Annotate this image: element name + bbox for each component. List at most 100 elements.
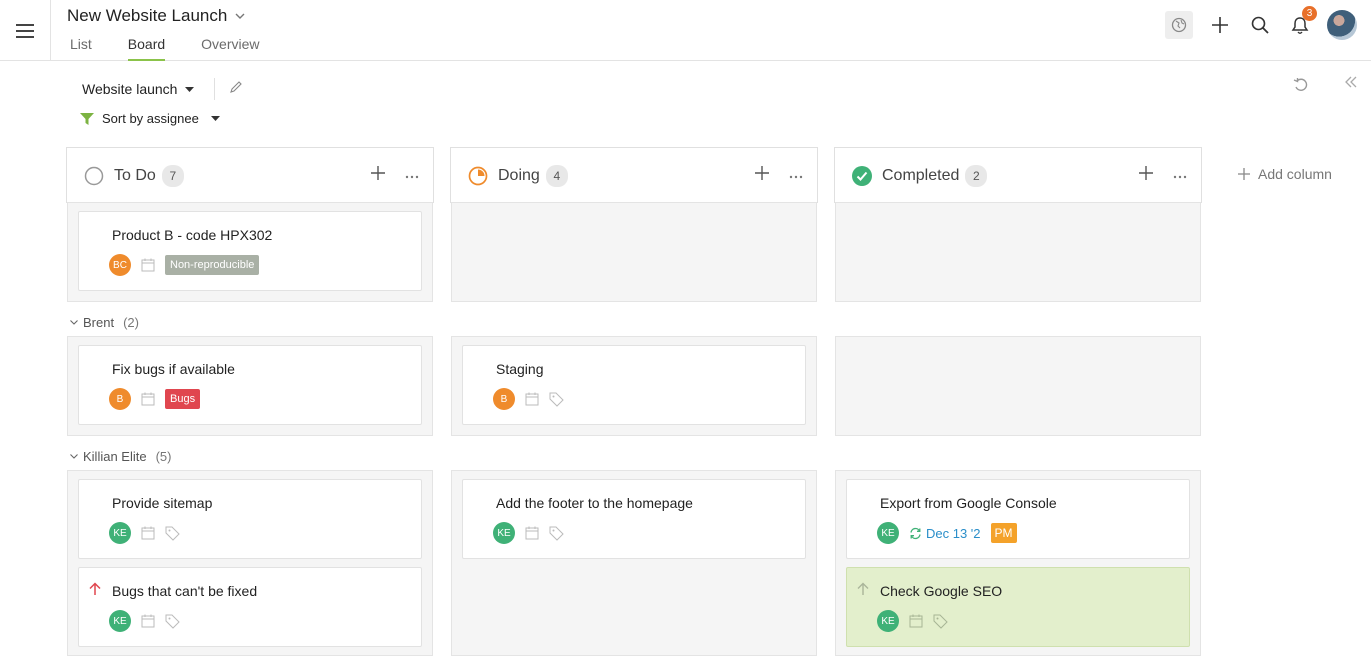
tab-overview[interactable]: Overview [201, 35, 259, 61]
board-selector[interactable]: Website launch [82, 78, 216, 100]
task-tag[interactable]: PM [990, 523, 1017, 543]
tag-icon[interactable] [165, 526, 180, 541]
filter-icon [80, 112, 94, 125]
add-column-button[interactable]: Add column [1238, 166, 1332, 182]
group-header-brent[interactable]: Brent (2) [70, 315, 139, 330]
assignee-avatar[interactable]: KE [109, 522, 131, 544]
task-meta: BC Non-reproducible [109, 254, 260, 276]
chevron-down-icon [70, 454, 78, 459]
calendar-icon[interactable] [141, 614, 155, 628]
task-card[interactable]: Add the footer to the homepage KE [462, 479, 806, 559]
board-name: Website launch [82, 81, 178, 97]
search-button[interactable] [1247, 12, 1273, 38]
task-meta: KE [877, 610, 948, 632]
task-card[interactable]: Export from Google Console KE Dec 13 '2 … [846, 479, 1190, 559]
add-column-label: Add column [1258, 166, 1332, 182]
task-card[interactable]: Staging B [462, 345, 806, 425]
calendar-icon[interactable] [909, 614, 923, 628]
plus-icon [1139, 166, 1153, 180]
menu-icon[interactable] [0, 0, 51, 61]
task-title: Export from Google Console [880, 495, 1057, 511]
group-header-killian-elite[interactable]: Killian Elite (5) [70, 449, 171, 464]
in-progress-icon [468, 166, 488, 185]
task-title: Staging [496, 361, 544, 377]
column-completed-header: Completed 2 [834, 147, 1202, 203]
group-count: (5) [155, 449, 172, 464]
calendar-icon[interactable] [141, 258, 155, 272]
calendar-icon[interactable] [141, 526, 155, 540]
column-todo-header: To Do 7 [66, 147, 434, 203]
globe-icon [1171, 17, 1187, 33]
due-date[interactable]: Dec 13 '2 [909, 526, 981, 541]
caret-down-icon [210, 116, 220, 121]
column-count: 7 [161, 164, 184, 187]
edit-board-button[interactable] [229, 80, 243, 99]
task-card[interactable]: Product B - code HPX302 BC Non-reproduci… [78, 211, 422, 291]
sort-selector[interactable]: Sort by assignee [80, 111, 220, 126]
double-chevron-left-icon [1345, 76, 1357, 88]
task-meta: KE Dec 13 '2 PM [877, 522, 1017, 544]
task-title: Check Google SEO [880, 583, 1003, 599]
assignee-avatar[interactable]: KE [493, 522, 515, 544]
task-title: Bugs that can't be fixed [112, 583, 258, 599]
plus-icon [755, 166, 769, 180]
tag-icon[interactable] [933, 614, 948, 629]
column-more-button[interactable] [405, 166, 419, 182]
assignee-avatar[interactable]: BC [109, 254, 131, 276]
top-bar: New Website Launch List Board Overview 3 [0, 0, 1371, 61]
notifications-button[interactable]: 3 [1287, 6, 1317, 38]
column-doing-header: Doing 4 [450, 147, 818, 203]
task-card[interactable]: Provide sitemap KE [78, 479, 422, 559]
column-count: 4 [545, 164, 568, 187]
priority-up-icon[interactable] [89, 582, 101, 596]
assignee-avatar[interactable]: B [109, 388, 131, 410]
chevron-down-icon [70, 320, 78, 325]
priority-up-icon[interactable] [857, 582, 869, 596]
task-meta: KE [493, 522, 564, 544]
assignee-avatar[interactable]: KE [109, 610, 131, 632]
tag-icon[interactable] [549, 392, 564, 407]
view-tabs: List Board Overview [70, 35, 296, 61]
task-title: Fix bugs if available [112, 361, 235, 377]
calendar-icon[interactable] [141, 392, 155, 406]
task-tag[interactable]: Non-reproducible [165, 255, 260, 275]
add-button[interactable] [1207, 12, 1233, 38]
add-task-button[interactable] [755, 166, 769, 185]
calendar-icon[interactable] [525, 526, 539, 540]
tag-icon[interactable] [549, 526, 564, 541]
task-title: Add the footer to the homepage [496, 495, 693, 511]
group-name: Brent [83, 315, 115, 330]
task-title: Product B - code HPX302 [112, 227, 273, 243]
undo-button[interactable] [1293, 77, 1309, 98]
sort-label: Sort by assignee [102, 111, 199, 126]
column-title: To Do [114, 166, 156, 184]
column-count: 2 [965, 164, 988, 187]
project-title[interactable]: New Website Launch [67, 6, 245, 26]
task-card[interactable]: Check Google SEO KE [846, 567, 1190, 647]
header-actions: 3 [1165, 6, 1357, 40]
lane-completed-brent [835, 336, 1201, 436]
tag-icon[interactable] [165, 614, 180, 629]
plus-icon [1238, 168, 1250, 180]
column-more-button[interactable] [1173, 166, 1187, 182]
assignee-avatar[interactable]: KE [877, 522, 899, 544]
notification-badge: 3 [1302, 6, 1317, 21]
task-card[interactable]: Fix bugs if available B Bugs [78, 345, 422, 425]
user-avatar[interactable] [1327, 10, 1357, 40]
tab-list[interactable]: List [70, 35, 92, 61]
add-task-button[interactable] [371, 166, 385, 185]
column-more-button[interactable] [789, 166, 803, 182]
task-tag[interactable]: Bugs [165, 389, 201, 409]
board-toolbar: Website launch [82, 78, 243, 100]
lane-completed-unassigned [835, 202, 1201, 302]
task-card[interactable]: Bugs that can't be fixed KE [78, 567, 422, 647]
collapse-panel-button[interactable] [1344, 75, 1358, 94]
calendar-icon[interactable] [525, 392, 539, 406]
assignee-avatar[interactable]: KE [877, 610, 899, 632]
add-task-button[interactable] [1139, 166, 1153, 185]
assignee-avatar[interactable]: B [493, 388, 515, 410]
task-meta: B [493, 388, 564, 410]
group-count: (2) [123, 315, 139, 330]
tab-board[interactable]: Board [127, 35, 166, 61]
globe-button[interactable] [1165, 11, 1193, 39]
